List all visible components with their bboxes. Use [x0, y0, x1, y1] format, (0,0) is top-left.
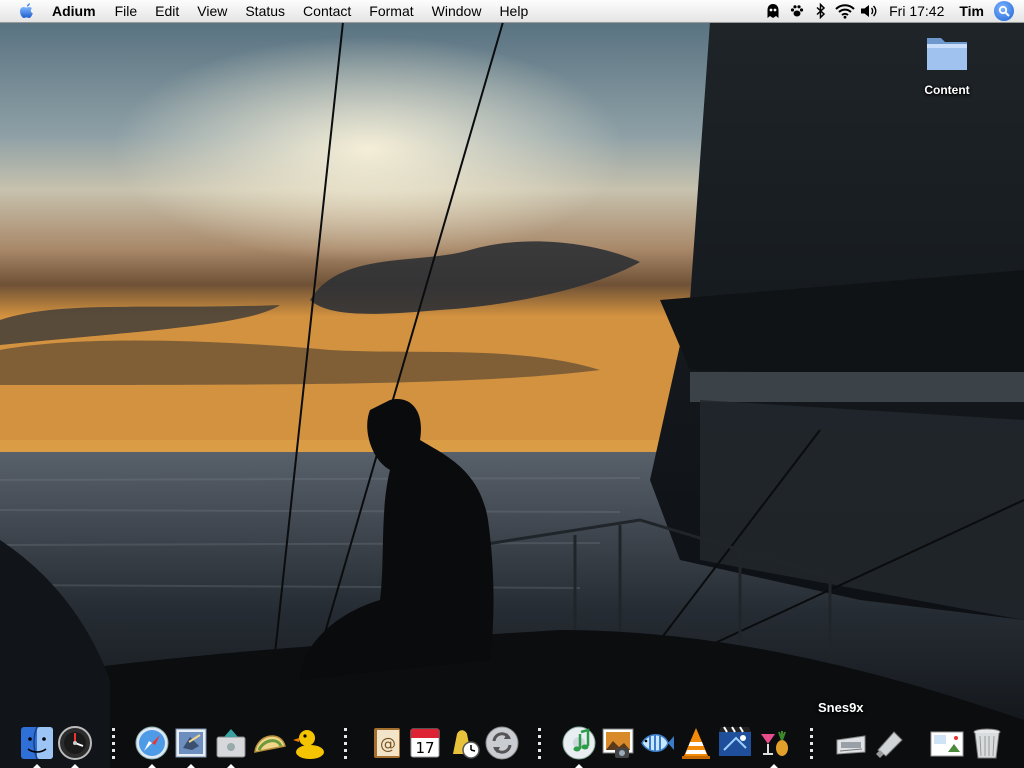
dock-timetracker-icon[interactable]	[445, 724, 483, 762]
menubar-clock[interactable]: Fri 17:42	[881, 3, 953, 19]
dock-separator	[344, 728, 347, 760]
desktop-wallpaper	[0, 0, 1024, 768]
running-indicator	[187, 764, 195, 768]
app-menu[interactable]: Adium	[48, 0, 106, 22]
fast-user-switch-menu[interactable]: Tim	[953, 3, 994, 19]
dock-safari-icon[interactable]	[133, 724, 171, 762]
running-indicator	[575, 764, 583, 768]
bluetooth-icon[interactable]	[809, 0, 833, 22]
dock-finder-icon[interactable]	[18, 724, 56, 762]
menu-format[interactable]: Format	[360, 0, 422, 22]
apple-menu-icon[interactable]	[16, 0, 38, 22]
dock-snes9x-icon[interactable]	[832, 724, 870, 762]
menu-status[interactable]: Status	[236, 0, 294, 22]
menu-bar: Adium File Edit View Status Contact Form…	[0, 0, 1024, 23]
dock-separator	[538, 728, 541, 760]
dock-ical-icon[interactable]: 17	[406, 724, 444, 762]
running-indicator	[148, 764, 156, 768]
svg-text:17: 17	[415, 739, 434, 757]
running-indicator	[33, 764, 41, 768]
menu-view[interactable]: View	[188, 0, 236, 22]
dock-itunes-icon[interactable]	[560, 724, 598, 762]
volume-icon[interactable]	[857, 0, 881, 22]
running-indicator	[770, 764, 778, 768]
dock-cyberduck-icon[interactable]	[290, 724, 328, 762]
dock-separator	[112, 728, 115, 760]
menu-edit[interactable]: Edit	[146, 0, 188, 22]
dock-usboverdrive-icon[interactable]	[870, 724, 908, 762]
menu-contact[interactable]: Contact	[294, 0, 360, 22]
dock-isync-icon[interactable]	[483, 724, 521, 762]
dock-imovie-icon[interactable]	[716, 724, 754, 762]
menu-window[interactable]: Window	[423, 0, 491, 22]
dock-trash-icon[interactable]	[968, 724, 1006, 762]
running-indicator	[227, 764, 235, 768]
dock-preview-icon[interactable]	[928, 724, 966, 762]
dock-taco-icon[interactable]	[251, 724, 289, 762]
dock-fish-icon[interactable]	[638, 724, 676, 762]
dock-tooltip: Snes9x	[818, 700, 864, 715]
dock-iphoto-icon[interactable]	[599, 724, 637, 762]
menu-help[interactable]: Help	[490, 0, 537, 22]
dock-cocktail-icon[interactable]	[755, 724, 793, 762]
dock-dashboard-icon[interactable]	[56, 724, 94, 762]
svg-text:@: @	[380, 734, 396, 753]
wifi-icon[interactable]	[833, 0, 857, 22]
folder-icon	[927, 38, 967, 70]
spotlight-search-icon[interactable]	[994, 1, 1014, 21]
dock: @ 17	[10, 722, 1014, 768]
running-indicator	[71, 764, 79, 768]
dock-mail-icon[interactable]	[172, 724, 210, 762]
dock-vlc-icon[interactable]	[677, 724, 715, 762]
desktop-folder-content[interactable]: Content	[912, 28, 982, 97]
menu-file[interactable]: File	[106, 0, 147, 22]
dock-separator	[810, 728, 813, 760]
dock-addressbook-icon[interactable]: @	[368, 724, 406, 762]
ghost-icon[interactable]	[761, 0, 785, 22]
pawprint-icon[interactable]	[785, 0, 809, 22]
folder-label: Content	[924, 83, 970, 97]
dock-uploader-icon[interactable]	[212, 724, 250, 762]
